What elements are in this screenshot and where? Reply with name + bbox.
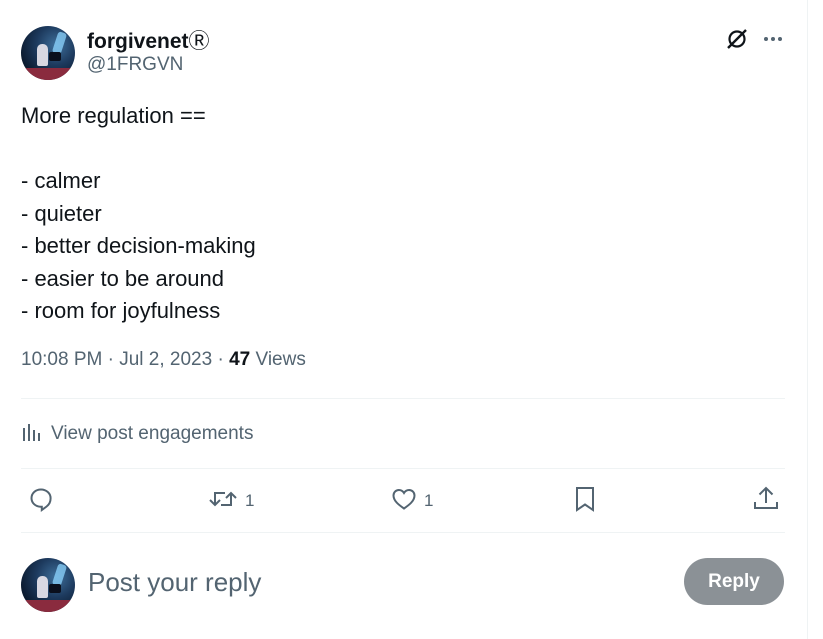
author-avatar[interactable] [21, 26, 75, 80]
post-date[interactable]: Jul 2, 2023 [119, 349, 212, 370]
more-options-icon[interactable] [762, 28, 784, 50]
heart-icon[interactable] [390, 486, 418, 517]
divider [21, 532, 785, 533]
analytics-icon [21, 421, 43, 448]
like-count: 1 [424, 491, 434, 510]
view-engagements-link[interactable]: View post engagements [21, 420, 253, 448]
share-action[interactable] [752, 486, 780, 516]
post-line: - better decision-making [21, 233, 256, 258]
post-time[interactable]: 10:08 PM [21, 349, 102, 370]
post-line [21, 133, 781, 166]
post-line: - easier to be around [21, 265, 225, 291]
bookmark-icon[interactable] [573, 485, 597, 518]
views-count: 47 [229, 349, 251, 370]
post-text: More regulation == - calmer - quieter - … [21, 100, 781, 328]
post-metadata: 10:08 PM · Jul 2, 2023 · 47 Views [21, 349, 306, 370]
post-detail: forgivenetⓇ @1FRGVN More regulation == -… [0, 0, 808, 639]
engagements-label[interactable]: View post engagements [51, 423, 253, 445]
author-display-name[interactable]: forgivenetⓇ [87, 25, 210, 55]
grok-icon[interactable] [725, 27, 749, 51]
reply-action[interactable] [28, 486, 54, 516]
author-handle[interactable]: @1FRGVN [87, 54, 183, 76]
post-line: More regulation == [21, 103, 206, 128]
repost-count: 1 [245, 491, 255, 510]
views-label: Views [255, 349, 306, 370]
share-icon[interactable] [752, 485, 780, 518]
current-user-avatar[interactable] [21, 558, 75, 612]
registered-mark: Ⓡ [188, 30, 210, 53]
post-line: - calmer [21, 168, 101, 193]
repost-action[interactable]: 1 [207, 486, 254, 516]
reply-button[interactable]: Reply [684, 558, 784, 605]
comment-icon[interactable] [28, 486, 54, 517]
post-line: - room for joyfulness [21, 298, 221, 323]
bookmark-action[interactable] [573, 486, 597, 516]
divider [21, 468, 785, 469]
divider [21, 398, 785, 399]
like-action[interactable]: 1 [390, 486, 433, 516]
repost-icon[interactable] [207, 486, 239, 517]
post-line: - quieter [21, 200, 102, 226]
reply-input[interactable] [88, 562, 668, 602]
